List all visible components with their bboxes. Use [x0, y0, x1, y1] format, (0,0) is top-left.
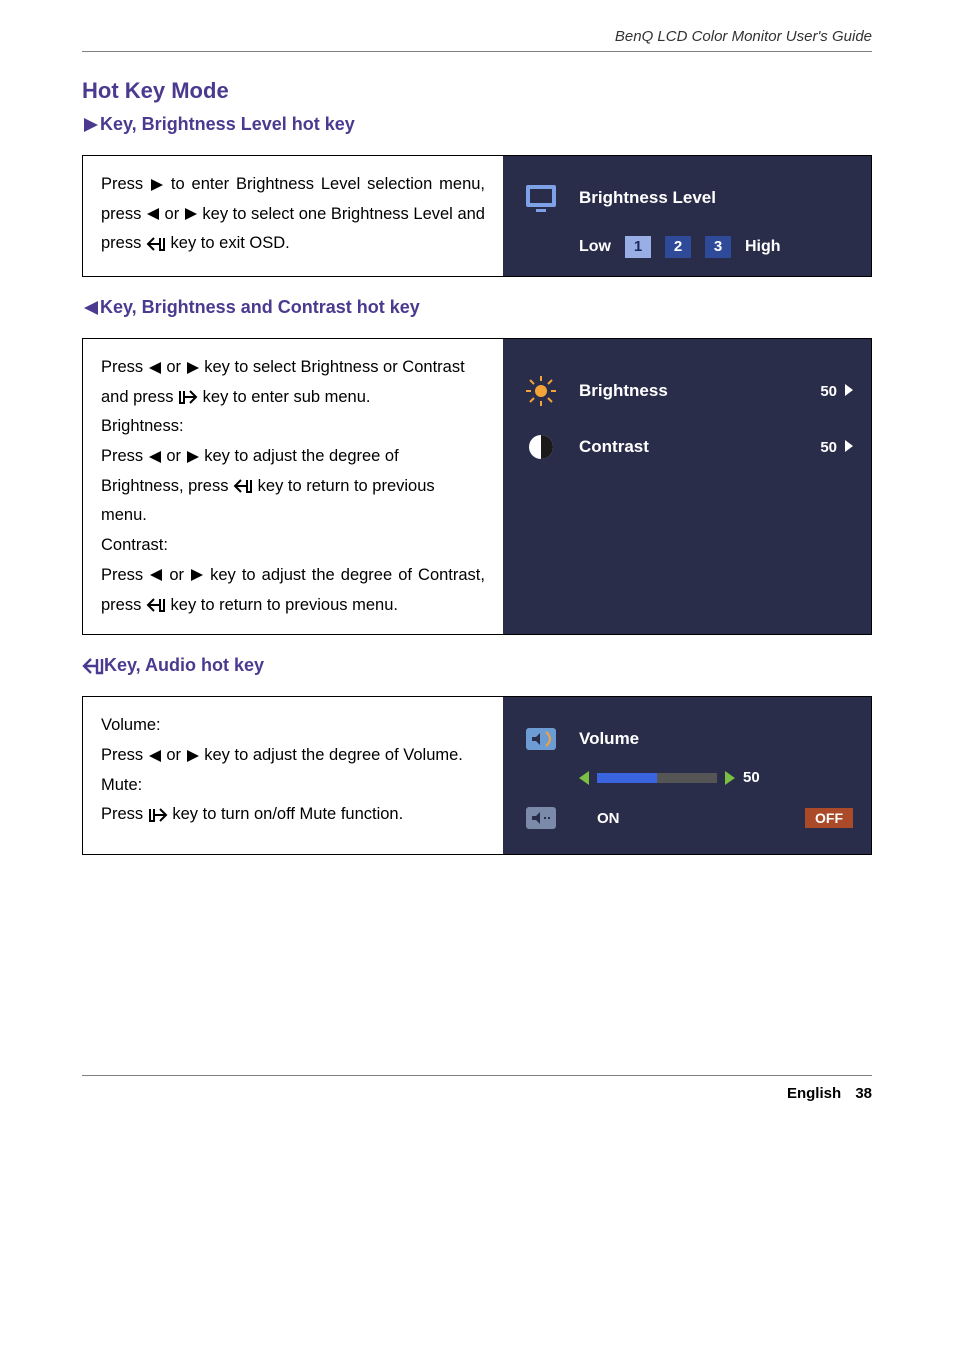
left-arrow-icon [149, 568, 163, 582]
osd-brightness-level-label: Brightness Level [579, 188, 853, 208]
section1-text: Press to enter Brightness Level selectio… [83, 156, 503, 276]
page-footer: English 38 [82, 1085, 872, 1102]
osd-brightness-level: Brightness Level Low 1 2 3 High [503, 156, 871, 276]
osd-volume-value: 50 [743, 769, 760, 786]
osd-contrast-label: Contrast [579, 437, 820, 457]
brightness-level-scale[interactable]: Low 1 2 3 High [521, 236, 853, 258]
left-arrow-icon [146, 207, 160, 221]
right-arrow-icon [845, 437, 853, 457]
heading-hotkey-mode: Hot Key Mode [82, 78, 872, 104]
left-chevron-icon [579, 771, 589, 785]
heading-audio-hotkey: Key, Audio hot key [82, 655, 872, 676]
section-brightness-level: Press to enter Brightness Level selectio… [82, 155, 872, 277]
mute-on-label: ON [597, 810, 620, 827]
level-1[interactable]: 1 [625, 236, 651, 258]
osd-contrast-row[interactable]: Contrast 50 [521, 429, 853, 465]
txt: key to exit OSD. [171, 234, 290, 252]
txt: Press [101, 447, 148, 465]
heading-text: Key, Audio hot key [104, 655, 264, 676]
mute-icon [521, 800, 561, 836]
footer-page: 38 [855, 1085, 872, 1102]
right-arrow-icon [82, 116, 100, 134]
left-arrow-icon [148, 361, 162, 375]
osd-audio: Volume 50 ON OFF [503, 697, 871, 854]
left-arrow-icon [148, 749, 162, 763]
heading-text: Key, Brightness Level hot key [100, 114, 355, 135]
txt: Brightness: [101, 417, 184, 435]
right-arrow-icon [184, 207, 198, 221]
volume-bar-track [597, 773, 717, 783]
txt: or [166, 447, 185, 465]
level-3[interactable]: 3 [705, 236, 731, 258]
monitor-icon [521, 180, 561, 216]
heading-brightness-level-hotkey: Key, Brightness Level hot key [82, 114, 872, 135]
volume-slider[interactable]: 50 [521, 769, 853, 786]
page-header: BenQ LCD Color Monitor User's Guide [82, 28, 872, 52]
exit-icon [146, 236, 166, 252]
footer-rule [82, 1075, 872, 1076]
txt-block: Press or key to adjust the degree of Con… [101, 561, 485, 620]
right-arrow-icon [845, 381, 853, 401]
osd-brightness-label: Brightness [579, 381, 820, 401]
txt: key to adjust the degree of Volume. [204, 746, 463, 764]
osd-volume-label: Volume [579, 729, 853, 749]
txt: Mute: [101, 776, 142, 794]
exit-icon [82, 657, 104, 675]
osd-mute-row[interactable]: ON OFF [521, 800, 853, 836]
exit-icon [233, 478, 253, 494]
heading-brightness-contrast-hotkey: Key, Brightness and Contrast hot key [82, 297, 872, 318]
left-arrow-icon [148, 450, 162, 464]
txt: or [166, 358, 185, 376]
level-low: Low [579, 238, 611, 256]
right-arrow-icon [150, 178, 164, 192]
txt: Press [101, 566, 149, 584]
section-audio: Volume: Press or key to adjust the degre… [82, 696, 872, 855]
right-arrow-icon [186, 361, 200, 375]
enter-icon [178, 389, 198, 405]
right-arrow-icon [190, 568, 204, 582]
txt: or [165, 205, 184, 223]
txt: key to enter sub menu. [203, 388, 371, 406]
right-arrow-icon [186, 749, 200, 763]
left-arrow-icon [82, 299, 100, 317]
osd-brightness-contrast: Brightness 50 Contrast 50 [503, 339, 871, 634]
txt: or [166, 746, 185, 764]
brightness-icon [521, 373, 561, 409]
txt: Press [101, 175, 150, 193]
txt: Contrast: [101, 536, 168, 554]
volume-icon [521, 721, 561, 757]
osd-brightness-value: 50 [820, 383, 837, 400]
txt: Volume: [101, 716, 161, 734]
section-brightness-contrast: Press or key to select Brightness or Con… [82, 338, 872, 635]
txt: Press [101, 805, 148, 823]
enter-icon [148, 807, 168, 823]
txt: key to turn on/off Mute function. [172, 805, 403, 823]
section2-text: Press or key to select Brightness or Con… [83, 339, 503, 634]
right-chevron-icon [725, 771, 735, 785]
volume-bar-fill [597, 773, 657, 783]
level-2[interactable]: 2 [665, 236, 691, 258]
mute-off-button[interactable]: OFF [805, 808, 853, 828]
txt: key to return to previous menu. [171, 596, 398, 614]
level-high: High [745, 238, 781, 256]
osd-brightness-row[interactable]: Brightness 50 [521, 373, 853, 409]
exit-icon [146, 597, 166, 613]
txt: Press [101, 746, 148, 764]
heading-text: Key, Brightness and Contrast hot key [100, 297, 420, 318]
footer-lang: English [787, 1085, 841, 1102]
txt: Press [101, 358, 148, 376]
osd-volume-row[interactable]: Volume [521, 721, 853, 757]
right-arrow-icon [186, 450, 200, 464]
contrast-icon [521, 429, 561, 465]
section3-text: Volume: Press or key to adjust the degre… [83, 697, 503, 854]
osd-contrast-value: 50 [820, 439, 837, 456]
txt: or [169, 566, 190, 584]
